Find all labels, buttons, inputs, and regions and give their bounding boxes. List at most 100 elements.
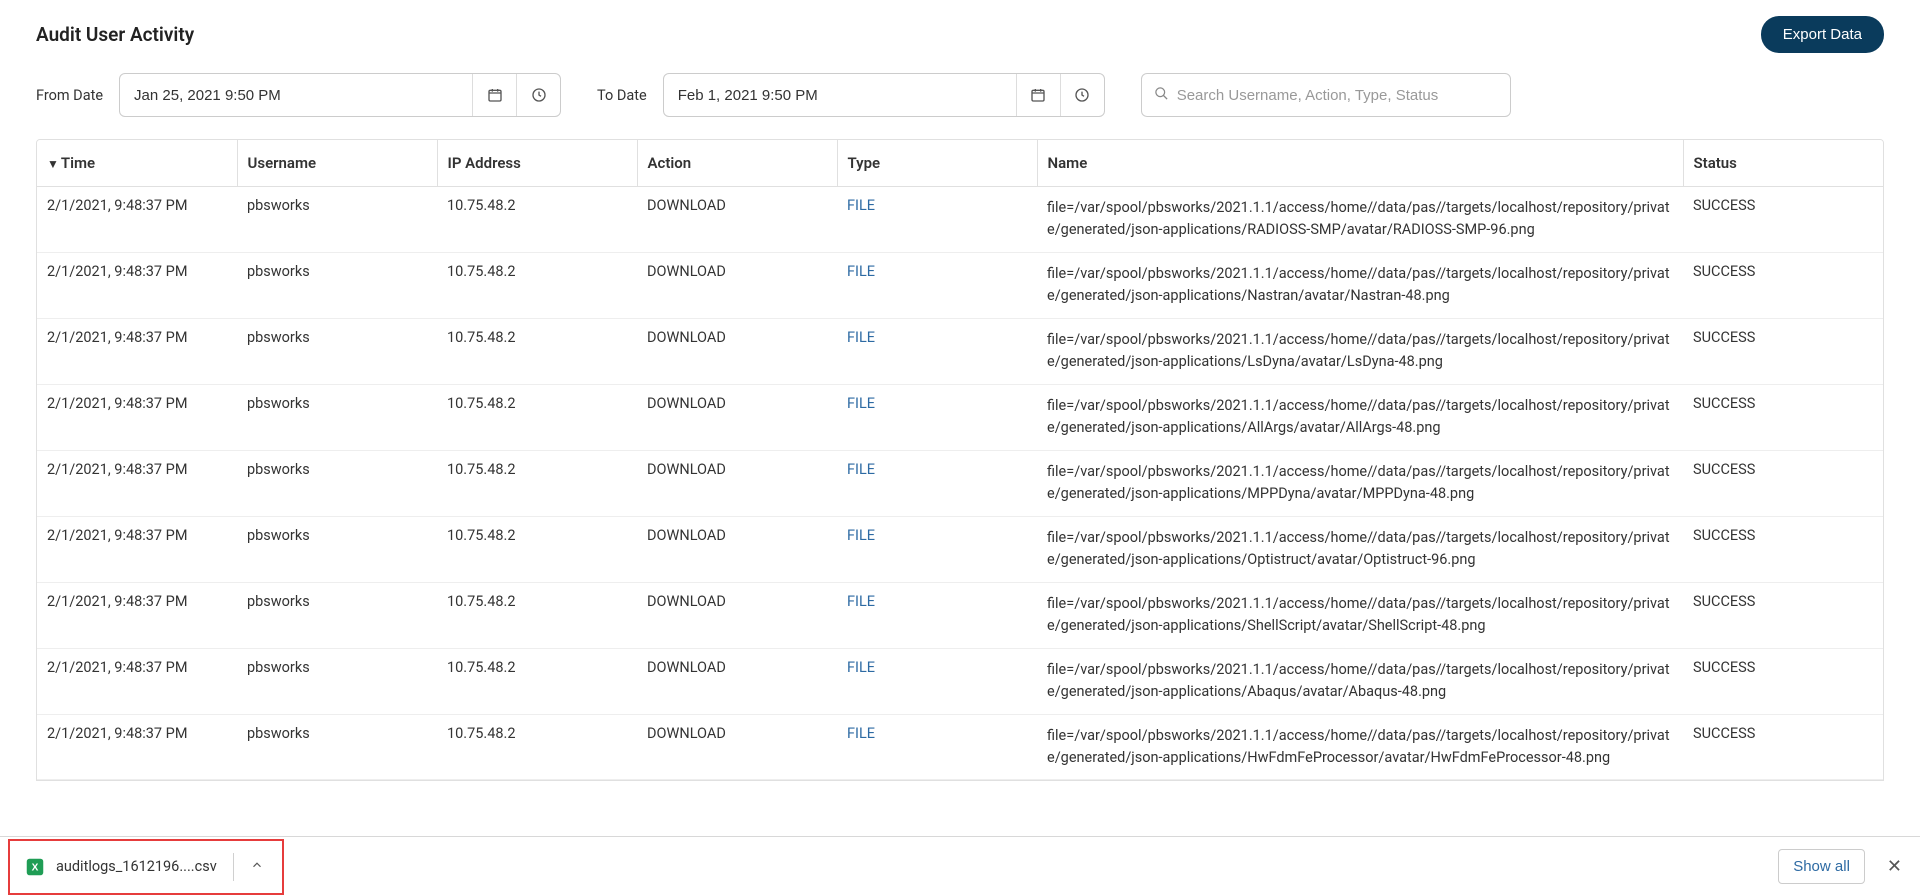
cell-action: DOWNLOAD bbox=[637, 450, 837, 516]
cell-time: 2/1/2021, 9:48:37 PM bbox=[37, 714, 237, 780]
cell-time: 2/1/2021, 9:48:37 PM bbox=[37, 648, 237, 714]
cell-username: pbsworks bbox=[237, 582, 437, 648]
cell-status: SUCCESS bbox=[1683, 252, 1883, 318]
col-header-type[interactable]: Type bbox=[837, 140, 1037, 187]
cell-action: DOWNLOAD bbox=[637, 714, 837, 780]
cell-name: file=/var/spool/pbsworks/2021.1.1/access… bbox=[1037, 648, 1683, 714]
cell-ip: 10.75.48.2 bbox=[437, 714, 637, 780]
cell-status: SUCCESS bbox=[1683, 516, 1883, 582]
type-link[interactable]: FILE bbox=[847, 395, 875, 412]
cell-status: SUCCESS bbox=[1683, 648, 1883, 714]
col-header-name[interactable]: Name bbox=[1037, 140, 1683, 187]
cell-action: DOWNLOAD bbox=[637, 187, 837, 253]
cell-name: file=/var/spool/pbsworks/2021.1.1/access… bbox=[1037, 384, 1683, 450]
search-icon bbox=[1154, 86, 1169, 105]
calendar-icon[interactable] bbox=[472, 74, 516, 116]
download-filename: auditlogs_1612196....csv bbox=[56, 858, 217, 875]
table-row: 2/1/2021, 9:48:37 PMpbsworks10.75.48.2DO… bbox=[37, 516, 1883, 582]
cell-action: DOWNLOAD bbox=[637, 252, 837, 318]
cell-type: FILE bbox=[837, 516, 1037, 582]
cell-time: 2/1/2021, 9:48:37 PM bbox=[37, 450, 237, 516]
search-input[interactable] bbox=[1177, 87, 1498, 104]
show-all-button[interactable]: Show all bbox=[1778, 849, 1865, 884]
cell-time: 2/1/2021, 9:48:37 PM bbox=[37, 252, 237, 318]
cell-status: SUCCESS bbox=[1683, 450, 1883, 516]
cell-name: file=/var/spool/pbsworks/2021.1.1/access… bbox=[1037, 252, 1683, 318]
cell-type: FILE bbox=[837, 384, 1037, 450]
downloaded-file-item[interactable]: X auditlogs_1612196....csv bbox=[8, 839, 284, 895]
cell-status: SUCCESS bbox=[1683, 318, 1883, 384]
type-link[interactable]: FILE bbox=[847, 659, 875, 676]
col-header-time[interactable]: ▼Time bbox=[37, 140, 237, 187]
table-row: 2/1/2021, 9:48:37 PMpbsworks10.75.48.2DO… bbox=[37, 582, 1883, 648]
cell-action: DOWNLOAD bbox=[637, 582, 837, 648]
type-link[interactable]: FILE bbox=[847, 527, 875, 544]
from-date-input[interactable] bbox=[120, 74, 472, 116]
cell-status: SUCCESS bbox=[1683, 384, 1883, 450]
cell-name: file=/var/spool/pbsworks/2021.1.1/access… bbox=[1037, 516, 1683, 582]
excel-file-icon: X bbox=[24, 856, 46, 878]
cell-status: SUCCESS bbox=[1683, 187, 1883, 253]
col-header-username[interactable]: Username bbox=[237, 140, 437, 187]
cell-type: FILE bbox=[837, 252, 1037, 318]
table-row: 2/1/2021, 9:48:37 PMpbsworks10.75.48.2DO… bbox=[37, 714, 1883, 780]
calendar-icon[interactable] bbox=[1016, 74, 1060, 116]
table-row: 2/1/2021, 9:48:37 PMpbsworks10.75.48.2DO… bbox=[37, 318, 1883, 384]
cell-action: DOWNLOAD bbox=[637, 318, 837, 384]
cell-username: pbsworks bbox=[237, 187, 437, 253]
cell-ip: 10.75.48.2 bbox=[437, 318, 637, 384]
cell-name: file=/var/spool/pbsworks/2021.1.1/access… bbox=[1037, 714, 1683, 780]
cell-type: FILE bbox=[837, 187, 1037, 253]
clock-icon[interactable] bbox=[1060, 74, 1104, 116]
type-link[interactable]: FILE bbox=[847, 329, 875, 346]
cell-username: pbsworks bbox=[237, 516, 437, 582]
cell-action: DOWNLOAD bbox=[637, 384, 837, 450]
cell-action: DOWNLOAD bbox=[637, 648, 837, 714]
cell-username: pbsworks bbox=[237, 450, 437, 516]
close-icon[interactable]: ✕ bbox=[1883, 852, 1906, 881]
chevron-up-icon[interactable] bbox=[246, 854, 268, 880]
svg-text:X: X bbox=[32, 862, 39, 873]
cell-time: 2/1/2021, 9:48:37 PM bbox=[37, 516, 237, 582]
cell-name: file=/var/spool/pbsworks/2021.1.1/access… bbox=[1037, 582, 1683, 648]
cell-username: pbsworks bbox=[237, 648, 437, 714]
cell-type: FILE bbox=[837, 648, 1037, 714]
type-link[interactable]: FILE bbox=[847, 725, 875, 742]
cell-time: 2/1/2021, 9:48:37 PM bbox=[37, 384, 237, 450]
col-header-action[interactable]: Action bbox=[637, 140, 837, 187]
type-link[interactable]: FILE bbox=[847, 197, 875, 214]
col-header-ip[interactable]: IP Address bbox=[437, 140, 637, 187]
cell-status: SUCCESS bbox=[1683, 582, 1883, 648]
cell-type: FILE bbox=[837, 714, 1037, 780]
to-date-input[interactable] bbox=[664, 74, 1016, 116]
cell-type: FILE bbox=[837, 318, 1037, 384]
cell-ip: 10.75.48.2 bbox=[437, 648, 637, 714]
cell-time: 2/1/2021, 9:48:37 PM bbox=[37, 187, 237, 253]
cell-name: file=/var/spool/pbsworks/2021.1.1/access… bbox=[1037, 187, 1683, 253]
cell-ip: 10.75.48.2 bbox=[437, 187, 637, 253]
cell-name: file=/var/spool/pbsworks/2021.1.1/access… bbox=[1037, 450, 1683, 516]
cell-type: FILE bbox=[837, 582, 1037, 648]
cell-ip: 10.75.48.2 bbox=[437, 582, 637, 648]
cell-name: file=/var/spool/pbsworks/2021.1.1/access… bbox=[1037, 318, 1683, 384]
cell-username: pbsworks bbox=[237, 384, 437, 450]
cell-type: FILE bbox=[837, 450, 1037, 516]
type-link[interactable]: FILE bbox=[847, 593, 875, 610]
cell-action: DOWNLOAD bbox=[637, 516, 837, 582]
cell-time: 2/1/2021, 9:48:37 PM bbox=[37, 318, 237, 384]
cell-status: SUCCESS bbox=[1683, 714, 1883, 780]
cell-username: pbsworks bbox=[237, 714, 437, 780]
cell-ip: 10.75.48.2 bbox=[437, 450, 637, 516]
table-row: 2/1/2021, 9:48:37 PMpbsworks10.75.48.2DO… bbox=[37, 252, 1883, 318]
to-date-label: To Date bbox=[597, 87, 647, 104]
audit-table: ▼Time Username IP Address Action Type Na… bbox=[37, 140, 1883, 780]
clock-icon[interactable] bbox=[516, 74, 560, 116]
sort-desc-icon: ▼ bbox=[47, 157, 59, 171]
export-data-button[interactable]: Export Data bbox=[1761, 16, 1884, 53]
cell-ip: 10.75.48.2 bbox=[437, 384, 637, 450]
cell-time: 2/1/2021, 9:48:37 PM bbox=[37, 582, 237, 648]
type-link[interactable]: FILE bbox=[847, 461, 875, 478]
page-title: Audit User Activity bbox=[36, 23, 194, 46]
type-link[interactable]: FILE bbox=[847, 263, 875, 280]
col-header-status[interactable]: Status bbox=[1683, 140, 1883, 187]
